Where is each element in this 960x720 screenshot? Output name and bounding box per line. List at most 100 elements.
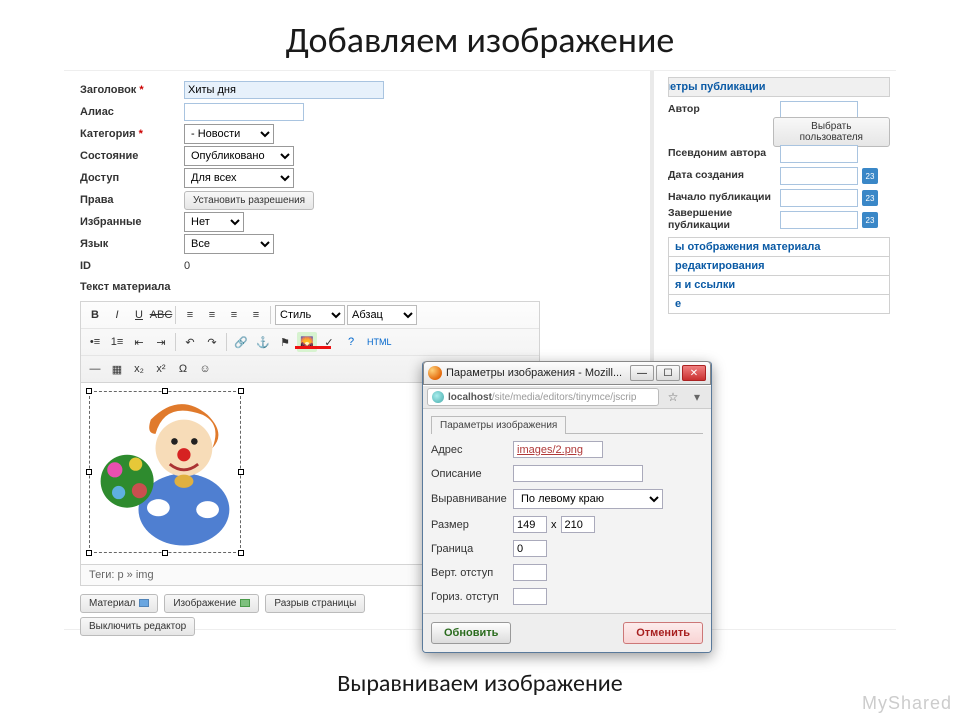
resize-handle[interactable] (86, 469, 92, 475)
accordion-extra[interactable]: e (668, 295, 890, 314)
close-icon[interactable]: ✕ (682, 365, 706, 381)
pick-user-button[interactable]: Выбрать пользователя (773, 117, 890, 147)
help-icon[interactable]: ? (341, 332, 361, 352)
unlink-icon[interactable]: ⚓ (253, 332, 273, 352)
sup-icon[interactable]: x² (151, 359, 171, 379)
editor-off-button[interactable]: Выключить редактор (80, 617, 195, 636)
pagebreak-button[interactable]: Разрыв страницы (265, 594, 365, 613)
underline-icon[interactable]: U (129, 305, 149, 325)
header-input[interactable] (184, 81, 384, 99)
img-hspace-input[interactable] (513, 588, 547, 605)
access-select[interactable]: Для всех (184, 168, 294, 188)
alias-input[interactable] (184, 103, 304, 121)
image-button[interactable]: Изображение (164, 594, 259, 613)
bold-icon[interactable]: B (85, 305, 105, 325)
pub-params-header[interactable]: Параметры публикации (668, 77, 890, 97)
lang-label: Язык (80, 238, 184, 250)
created-input[interactable] (780, 167, 858, 185)
italic-icon[interactable]: I (107, 305, 127, 325)
align-center-icon[interactable]: ≡ (202, 305, 222, 325)
calendar-icon[interactable]: 23 (862, 168, 878, 184)
set-permissions-button[interactable]: Установить разрешения (184, 191, 314, 210)
html-source-button[interactable]: HTML (363, 332, 396, 352)
outdent-icon[interactable]: ⇤ (129, 332, 149, 352)
id-label: ID (80, 260, 184, 272)
image-icon[interactable]: 🌄 (297, 332, 317, 352)
img-align-label: Выравнивание (431, 493, 513, 505)
pubstart-input[interactable] (780, 189, 858, 207)
resize-handle[interactable] (86, 388, 92, 394)
sub-icon[interactable]: x₂ (129, 359, 149, 379)
align-left-icon[interactable]: ≡ (180, 305, 200, 325)
category-select[interactable]: - Новости (184, 124, 274, 144)
access-label: Доступ (80, 172, 184, 184)
anchor-icon[interactable]: ⚑ (275, 332, 295, 352)
img-width-input[interactable] (513, 516, 547, 533)
table-icon[interactable]: ▦ (107, 359, 127, 379)
resize-handle[interactable] (162, 388, 168, 394)
pubend-input[interactable] (780, 211, 858, 229)
img-height-input[interactable] (561, 516, 595, 533)
header-label: Заголовок * (80, 84, 184, 96)
popup-tab[interactable]: Параметры изображения (431, 416, 566, 434)
paragraph-select[interactable]: Абзац (347, 305, 417, 325)
accordion-links[interactable]: я и ссылки (668, 276, 890, 295)
cleanup-icon[interactable]: ✓ (319, 332, 339, 352)
minimize-icon[interactable]: — (630, 365, 654, 381)
resize-handle[interactable] (238, 550, 244, 556)
star-icon[interactable]: ☆ (663, 388, 683, 406)
strike-icon[interactable]: ABC (151, 305, 171, 325)
required-star: * (139, 128, 143, 140)
resize-handle[interactable] (238, 469, 244, 475)
style-select[interactable]: Стиль (275, 305, 345, 325)
cancel-button[interactable]: Отменить (623, 622, 703, 644)
pseudonym-label: Псевдоним автора (668, 148, 780, 160)
calendar-icon[interactable]: 23 (862, 190, 878, 206)
firefox-icon (428, 366, 442, 380)
watermark: MyShared (862, 693, 952, 714)
hr-icon[interactable]: — (85, 359, 105, 379)
img-icon (240, 599, 250, 607)
accordion-display[interactable]: ы отображения материала (668, 237, 890, 257)
accordion-edit[interactable]: редактирования (668, 257, 890, 276)
author-label: Автор (668, 104, 780, 116)
img-desc-input[interactable] (513, 465, 643, 482)
calendar-icon[interactable]: 23 (862, 212, 878, 228)
globe-icon (432, 391, 444, 403)
lang-select[interactable]: Все (184, 234, 274, 254)
align-justify-icon[interactable]: ≡ (246, 305, 266, 325)
undo-icon[interactable]: ↶ (180, 332, 200, 352)
material-button[interactable]: Материал (80, 594, 158, 613)
update-button[interactable]: Обновить (431, 622, 511, 644)
redo-icon[interactable]: ↷ (202, 332, 222, 352)
resize-handle[interactable] (238, 388, 244, 394)
featured-label: Избранные (80, 216, 184, 228)
ul-icon[interactable]: •≡ (85, 332, 105, 352)
align-right-icon[interactable]: ≡ (224, 305, 244, 325)
ol-icon[interactable]: 1≡ (107, 332, 127, 352)
pseudonym-input[interactable] (780, 145, 858, 163)
emoticon-icon[interactable]: ☺ (195, 359, 215, 379)
popup-titlebar[interactable]: Параметры изображения - Mozill... — ☐ ✕ (423, 361, 711, 385)
resize-handle[interactable] (86, 550, 92, 556)
img-align-select[interactable]: По левому краю (513, 489, 663, 509)
featured-select[interactable]: Нет (184, 212, 244, 232)
link-icon[interactable]: 🔗 (231, 332, 251, 352)
clown-image (94, 396, 236, 547)
alias-label: Алиас (80, 106, 184, 118)
char-icon[interactable]: Ω (173, 359, 193, 379)
separator-icon (175, 306, 176, 324)
img-addr-label: Адрес (431, 444, 513, 456)
selected-image[interactable] (89, 391, 241, 553)
img-vspace-input[interactable] (513, 564, 547, 581)
address-bar: localhost/site/media/editors/tinymce/jsc… (423, 385, 711, 409)
img-border-input[interactable] (513, 540, 547, 557)
maximize-icon[interactable]: ☐ (656, 365, 680, 381)
img-addr-input[interactable] (513, 441, 603, 458)
url-field[interactable]: localhost/site/media/editors/tinymce/jsc… (427, 388, 659, 406)
left-form: Заголовок * Алиас Категория * - Новости … (80, 79, 410, 636)
indent-icon[interactable]: ⇥ (151, 332, 171, 352)
state-select[interactable]: Опубликовано (184, 146, 294, 166)
dropdown-icon[interactable]: ▾ (687, 388, 707, 406)
resize-handle[interactable] (162, 550, 168, 556)
